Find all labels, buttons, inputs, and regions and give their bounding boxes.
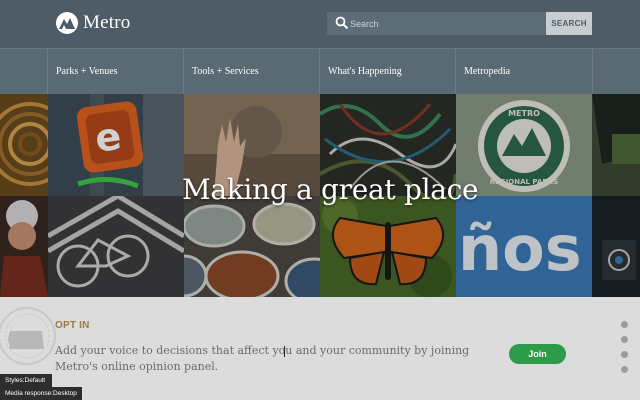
- metro-logo-link[interactable]: Metro: [55, 11, 130, 35]
- search-input[interactable]: [350, 12, 540, 35]
- metro-logo-icon: [56, 12, 78, 34]
- pagination-dot[interactable]: [621, 336, 628, 343]
- nav-item-parks-venues[interactable]: Parks + Venues: [47, 49, 184, 94]
- nav-item-whats-happening[interactable]: What's Happening: [319, 49, 456, 94]
- opt-in-description: Add your voice to decisions that affect …: [55, 344, 470, 373]
- logo-text: Metro: [83, 12, 131, 33]
- pagination-dot[interactable]: [621, 351, 628, 358]
- search-button[interactable]: SEARCH: [546, 12, 592, 35]
- join-button[interactable]: Join: [509, 344, 566, 364]
- media-response-debug-label: Media response:Desktop: [0, 387, 82, 400]
- text-cursor-icon: [284, 346, 285, 357]
- site-header: Metro SEARCH: [0, 0, 640, 48]
- pagination-dots: [621, 321, 629, 381]
- pagination-dot[interactable]: [621, 321, 628, 328]
- styles-debug-label: Styles:Default: [0, 374, 52, 387]
- search-icon: [335, 16, 349, 30]
- pagination-dot[interactable]: [621, 366, 628, 373]
- nav-item-tools-services[interactable]: Tools + Services: [183, 49, 320, 94]
- nav-divider: [592, 49, 593, 94]
- main-nav: Parks + Venues Tools + Services What's H…: [0, 48, 640, 94]
- oregon-seal-icon: [0, 307, 56, 365]
- opt-in-heading: OPT IN: [55, 320, 90, 331]
- hero-title: Making a great place: [182, 173, 479, 206]
- hero-banner: e METRO REGIONAL PARKS ños Making a grea…: [0, 94, 640, 297]
- opt-in-section: OPT IN Add your voice to decisions that …: [0, 297, 640, 400]
- nav-item-metropedia[interactable]: Metropedia: [455, 49, 592, 94]
